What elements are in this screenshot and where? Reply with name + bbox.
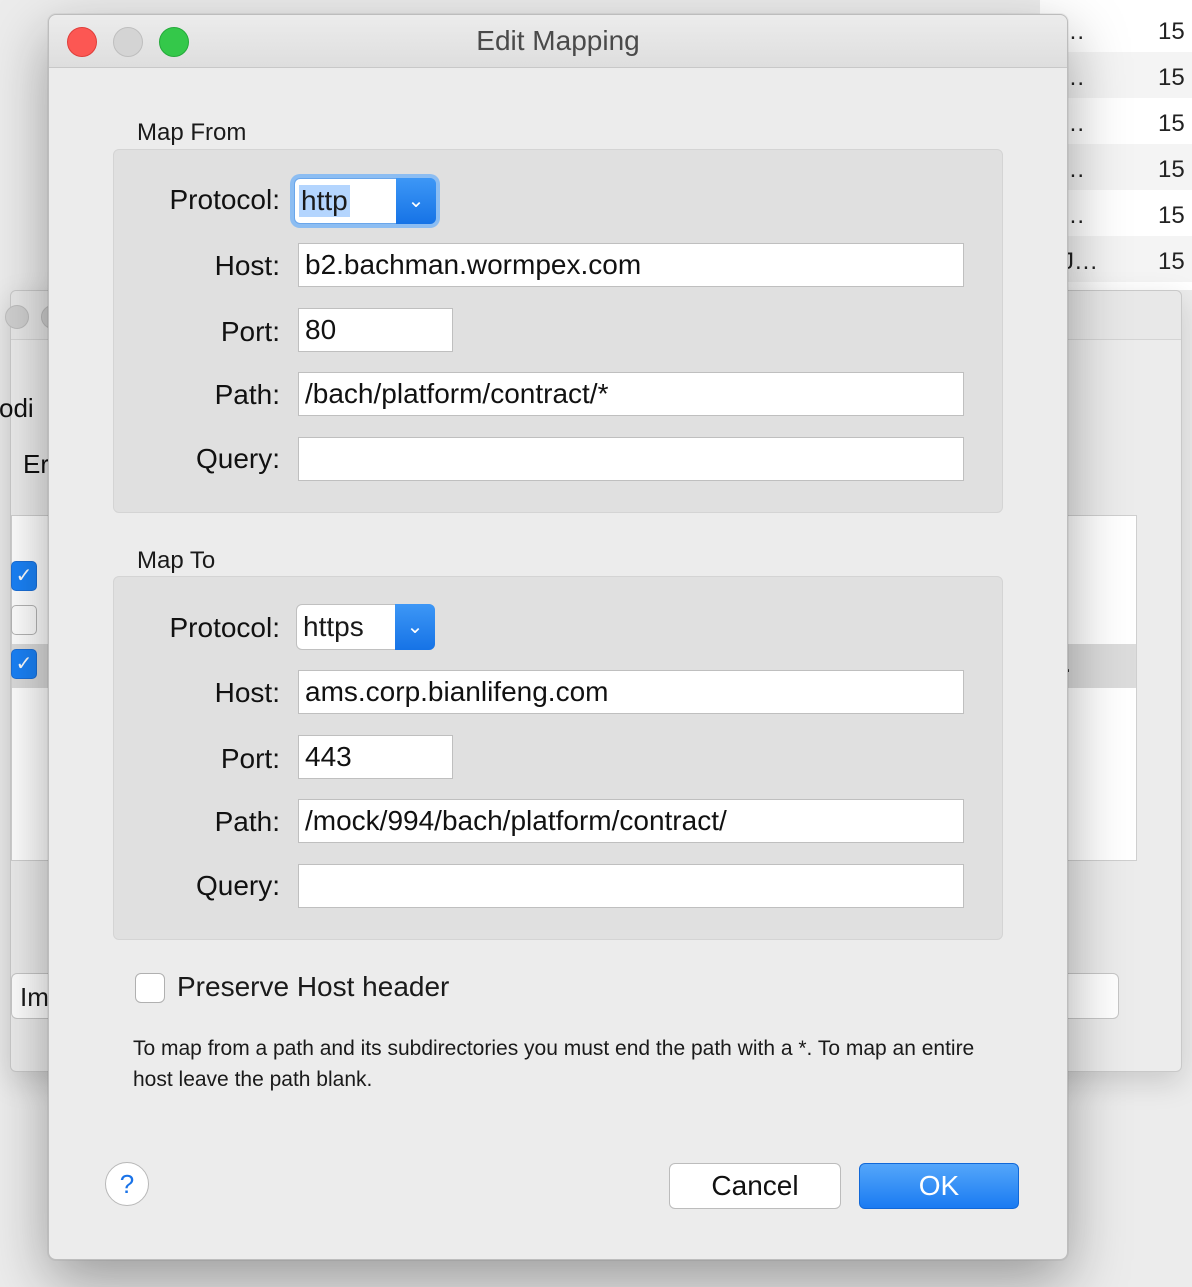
list-item-number: 15 [1158,64,1185,91]
map-from-label: Map From [137,119,247,146]
background-close-dot [5,305,29,329]
map-to-group: Protocol: https ⌄ Host: ams.corp.bianlif… [113,576,1003,940]
list-item-number: 15 [1158,18,1185,45]
select-value: https [303,611,364,642]
help-button[interactable]: ? [105,1162,149,1206]
chevron-down-icon: ⌄ [396,178,436,224]
map-to-port-input[interactable]: 443 [298,735,453,779]
titlebar: Edit Mapping [49,15,1067,68]
port-label: Port: [220,743,280,774]
query-label: Query: [195,870,280,901]
chevron-down-icon: ⌄ [395,604,435,650]
protocol-label: Protocol: [169,184,281,215]
map-from-path-input[interactable]: /bach/platform/contract/* [298,372,964,416]
protocol-label: Protocol: [169,612,281,643]
select-value: http [299,185,350,217]
map-from-query-input[interactable] [298,437,964,481]
map-to-protocol-select[interactable]: https ⌄ [296,604,435,650]
checkbox-checked[interactable]: ✓ [11,561,37,591]
path-label: Path: [214,806,280,837]
checkbox-unchecked[interactable] [11,605,37,635]
window-title: Edit Mapping [476,25,640,56]
map-from-host-input[interactable]: b2.bachman.wormpex.com [298,243,964,287]
list-item-number: 15 [1158,110,1185,137]
map-to-label: Map To [137,547,216,574]
background-partial-text: odi [0,393,34,423]
host-label: Host: [214,250,280,281]
background-partial-text: Er [23,449,49,479]
map-to-query-input[interactable] [298,864,964,908]
map-from-protocol-select[interactable]: http ⌄ [294,178,436,224]
preserve-host-label[interactable]: Preserve Host header [177,971,449,1003]
edit-mapping-dialog: Edit Mapping Map From Protocol: http ⌄ H… [48,14,1068,1260]
host-label: Host: [214,677,280,708]
map-from-port-input[interactable]: 80 [298,308,453,352]
query-label: Query: [195,443,280,474]
hint-text: To map from a path and its subdirectorie… [133,1037,975,1091]
preserve-host-checkbox[interactable] [135,973,165,1003]
map-to-path-input[interactable]: /mock/994/bach/platform/contract/ [298,799,964,843]
map-to-host-input[interactable]: ams.corp.bianlifeng.com [298,670,964,714]
checkbox-checked[interactable]: ✓ [11,649,37,679]
ok-button[interactable]: OK [859,1163,1019,1209]
button-label: Im [20,982,49,1012]
list-item-number: 15 [1158,202,1185,229]
list-item-number: 15 [1158,156,1185,183]
map-from-group: Protocol: http ⌄ Host: b2.bachman.wormpe… [113,149,1003,513]
cancel-button[interactable]: Cancel [669,1163,841,1209]
port-label: Port: [220,316,280,347]
list-item-number: 15 [1158,248,1185,275]
path-label: Path: [214,379,280,410]
